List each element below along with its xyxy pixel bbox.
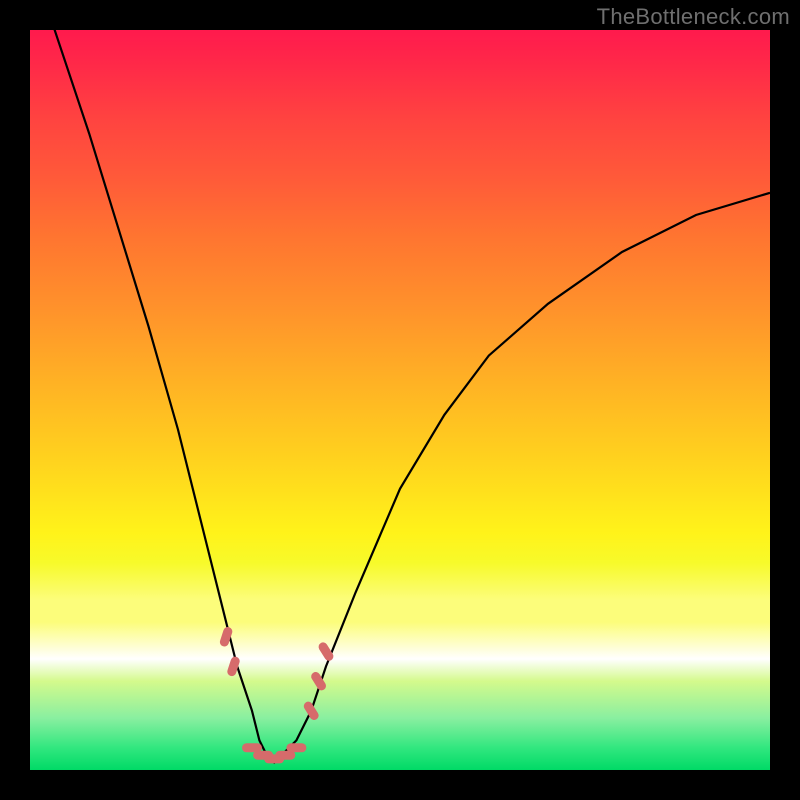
marker-point xyxy=(323,647,329,656)
bottleneck-curve xyxy=(30,30,770,763)
marker-point xyxy=(316,677,322,686)
plot-area xyxy=(30,30,770,770)
watermark-text: TheBottleneck.com xyxy=(597,4,790,30)
chart-frame: TheBottleneck.com xyxy=(0,0,800,800)
curve-layer xyxy=(30,30,770,770)
marker-point xyxy=(224,632,227,642)
marker-point xyxy=(308,706,314,715)
marker-point xyxy=(232,661,235,671)
curve-markers xyxy=(224,632,329,759)
